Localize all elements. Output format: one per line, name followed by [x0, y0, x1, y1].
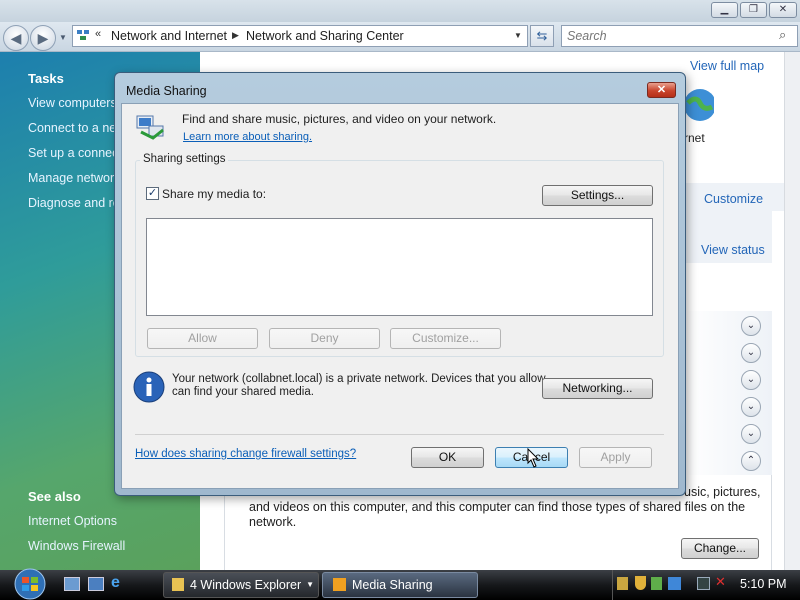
address-dropdown-icon[interactable]: ▼ — [514, 31, 522, 40]
see-also-internet-options[interactable]: Internet Options — [28, 514, 117, 528]
task-manage-networks[interactable]: Manage networ — [28, 171, 114, 185]
chevron-down-icon: ⌄ — [746, 320, 756, 331]
info-icon — [133, 371, 165, 403]
mouse-cursor-icon — [526, 447, 540, 468]
customize-device-button[interactable]: Customize... — [390, 328, 501, 349]
expand-option-2[interactable]: ⌄ — [741, 343, 761, 363]
chevron-up-icon: ⌃ — [746, 455, 756, 466]
tray-security-shield-icon[interactable] — [635, 576, 646, 590]
recent-pages-chevron-icon[interactable]: ▼ — [59, 33, 67, 42]
customize-link[interactable]: Customize — [704, 192, 763, 206]
tray-defender-icon[interactable] — [651, 577, 662, 590]
task-connect-to-network[interactable]: Connect to a ne — [28, 121, 116, 135]
sharing-description-line-1: and videos on this computer, and this co… — [249, 500, 746, 514]
ok-button[interactable]: OK — [411, 447, 484, 468]
forward-arrow-icon: ▶ — [37, 30, 49, 46]
internet-explorer-icon[interactable]: e — [111, 574, 120, 592]
internet-globe-icon — [684, 83, 716, 127]
task-diagnose-and-repair[interactable]: Diagnose and re — [28, 196, 120, 210]
group-dropdown-icon: ▼ — [306, 580, 314, 589]
tray-update-icon[interactable] — [617, 577, 628, 590]
checkmark-icon: ✓ — [147, 187, 158, 199]
dialog-divider — [135, 434, 664, 435]
tray-divider — [612, 570, 613, 600]
chevron-down-icon: ⌄ — [746, 401, 756, 412]
learn-more-link[interactable]: Learn more about sharing. — [183, 131, 312, 143]
media-player-icon — [333, 578, 346, 591]
dialog-title: Media Sharing — [126, 84, 207, 98]
maximize-button[interactable]: ❐ — [740, 2, 767, 18]
internet-label: rnet — [684, 131, 705, 145]
chevron-down-icon: ⌄ — [746, 374, 756, 385]
dialog-description: Find and share music, pictures, and vide… — [182, 112, 497, 126]
taskbar-media-sharing-label: Media Sharing — [352, 578, 433, 592]
see-also-heading: See also — [28, 489, 81, 504]
expand-option-4[interactable]: ⌄ — [741, 397, 761, 417]
allow-button[interactable]: Allow — [147, 328, 258, 349]
task-view-computers[interactable]: View computers — [28, 96, 117, 110]
dialog-close-button[interactable]: ✕ — [647, 82, 676, 98]
breadcrumb-overflow[interactable]: « — [95, 28, 101, 40]
expand-option-5[interactable]: ⌄ — [741, 424, 761, 444]
search-icon[interactable]: ⌕ — [779, 27, 786, 43]
switch-windows-icon[interactable] — [88, 577, 104, 591]
sharing-settings-label: Sharing settings — [140, 153, 229, 165]
breadcrumb-separator-icon[interactable]: ▶ — [232, 30, 239, 41]
refresh-icon: ⇆ — [536, 28, 548, 43]
breadcrumb-network-and-internet[interactable]: Network and Internet — [111, 29, 227, 43]
expand-option-3[interactable]: ⌄ — [741, 370, 761, 390]
forward-button[interactable]: ▶ — [30, 25, 56, 51]
change-button[interactable]: Change... — [681, 538, 759, 559]
back-button[interactable]: ◀ — [3, 25, 29, 51]
networking-button[interactable]: Networking... — [542, 378, 653, 399]
view-full-map-link[interactable]: View full map — [690, 59, 764, 73]
show-desktop-icon[interactable] — [64, 577, 80, 591]
back-arrow-icon: ◀ — [10, 30, 22, 46]
network-info-line-1: Your network (collabnet.local) is a priv… — [172, 373, 546, 385]
media-sharing-icon — [135, 112, 167, 142]
taskbar-media-sharing[interactable]: Media Sharing — [322, 572, 478, 598]
share-media-label: Share my media to: — [162, 187, 267, 201]
window-title-strip — [0, 0, 800, 22]
sharing-description-line-2: network. — [249, 515, 297, 529]
taskbar-explorer-label: 4 Windows Explorer — [190, 578, 302, 592]
share-media-checkbox[interactable]: ✓ — [146, 187, 159, 200]
task-set-up-connection[interactable]: Set up a connec — [28, 146, 118, 160]
start-button[interactable] — [10, 568, 50, 600]
tray-volume-muted-icon[interactable]: ✕ — [715, 574, 726, 590]
window-close-button[interactable]: ✕ — [769, 2, 797, 18]
tray-network-icon[interactable] — [697, 577, 710, 590]
tray-sidebar-icon[interactable] — [668, 577, 681, 590]
settings-button[interactable]: Settings... — [542, 185, 653, 206]
vertical-scrollbar[interactable] — [784, 52, 800, 570]
view-status-link[interactable]: View status — [701, 243, 765, 257]
devices-list[interactable] — [146, 218, 653, 316]
breadcrumb-network-sharing-center[interactable]: Network and Sharing Center — [246, 29, 404, 43]
folder-icon — [172, 578, 184, 591]
chevron-down-icon: ⌄ — [746, 428, 756, 439]
sharing-description-tail: usic, pictures, — [684, 485, 761, 499]
clock[interactable]: 5:10 PM — [740, 577, 787, 591]
chevron-down-icon: ⌄ — [746, 347, 756, 358]
tasks-heading: Tasks — [28, 71, 64, 86]
minimize-button[interactable]: ▁ — [711, 2, 738, 18]
sharing-options-band — [684, 311, 772, 475]
firewall-help-link[interactable]: How does sharing change firewall setting… — [135, 448, 356, 460]
apply-button[interactable]: Apply — [579, 447, 652, 468]
taskbar-windows-explorer-group[interactable]: 4 Windows Explorer ▼ — [163, 572, 319, 598]
see-also-windows-firewall[interactable]: Windows Firewall — [28, 539, 125, 553]
refresh-button[interactable]: ⇆ — [530, 25, 554, 47]
windows-orb-icon — [14, 568, 46, 600]
search-placeholder: Search — [567, 29, 607, 43]
collapse-option-6[interactable]: ⌃ — [741, 451, 761, 471]
expand-option-1[interactable]: ⌄ — [741, 316, 761, 336]
network-info-line-2: can find your shared media. — [172, 386, 314, 398]
network-folder-icon — [76, 28, 90, 42]
deny-button[interactable]: Deny — [269, 328, 380, 349]
